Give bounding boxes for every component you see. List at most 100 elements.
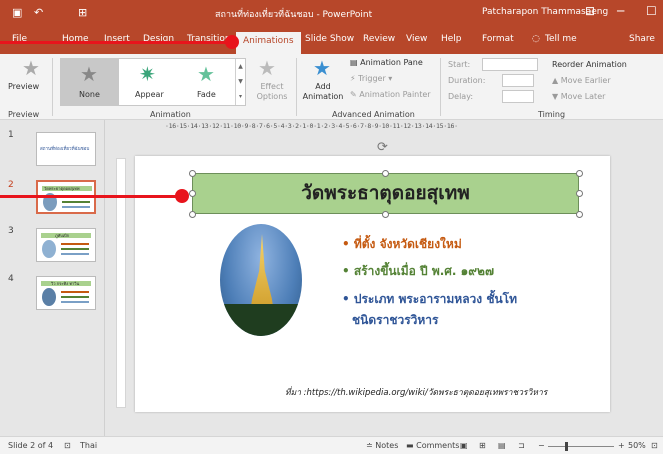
restore-icon[interactable]: ☐ [646, 4, 657, 18]
resize-handle[interactable] [189, 190, 196, 197]
animation-pane-button[interactable]: ▤ Animation Pane [350, 58, 423, 67]
bullet-type: • ประเภท พระอารามหลวง ชั้นโท [342, 292, 518, 306]
appear-star-icon: ✷ [139, 62, 156, 86]
delay-input[interactable] [502, 90, 534, 103]
share-button[interactable]: Share [629, 34, 655, 44]
zoom-in-icon[interactable]: + [618, 441, 625, 450]
effect-options-button[interactable]: Effect Options [255, 82, 289, 102]
start-select[interactable] [482, 58, 538, 71]
ribbon: ★ Preview Preview ★ None ✷ Appear ★ Fade… [0, 54, 663, 120]
slide-thumbnail-pane: 1 สถานที่ท่องเที่ยวที่ฉันชอบ 2 วัดพระธาต… [0, 120, 105, 436]
bullet-built: • สร้างขึ้นเมื่อ ปี พ.ศ. ๑๙๒๗ [342, 264, 494, 278]
gallery-label-appear: Appear [135, 90, 164, 99]
resize-handle[interactable] [576, 170, 583, 177]
slide-number: 3 [8, 226, 14, 236]
callout-dot-animations [225, 35, 239, 49]
none-star-icon: ★ [80, 62, 98, 86]
start-from-beginning-icon[interactable]: ⊞ [78, 6, 87, 19]
animation-painter-button[interactable]: ✎ Animation Painter [350, 90, 431, 99]
resize-handle[interactable] [382, 211, 389, 218]
lightbulb-icon: ◌ [532, 34, 540, 44]
slide-number: 1 [8, 130, 14, 140]
resize-handle[interactable] [189, 211, 196, 218]
thumbnail-text-line [62, 201, 90, 203]
tab-slide-show[interactable]: Slide Show [305, 34, 354, 44]
reorder-animation-label: Reorder Animation [552, 60, 627, 69]
slide-sorter-icon[interactable]: ⊞ [479, 441, 486, 450]
thumbnail-text-line [61, 253, 89, 255]
document-title: สถานที่ท่องเที่ยวที่ฉันชอบ - PowerPoint [215, 10, 373, 20]
thumbnail-photo [42, 288, 56, 306]
start-label: Start: [448, 60, 471, 69]
gallery-item-appear[interactable]: ✷ Appear [121, 59, 179, 105]
slide-thumbnail-1[interactable]: สถานที่ท่องเที่ยวที่ฉันชอบ [36, 132, 96, 166]
rotate-handle-icon[interactable]: ⟳ [377, 140, 388, 155]
gallery-item-fade[interactable]: ★ Fade [179, 59, 235, 105]
thumbnail-photo [42, 240, 56, 258]
preview-group-label: Preview [8, 110, 40, 119]
normal-view-icon[interactable]: ▣ [460, 441, 468, 450]
slide-canvas[interactable]: วัดพระธาตุดอยสุเทพ ⟳ • ที่ตั้ง จังหวัดเช… [135, 140, 610, 412]
language-indicator[interactable]: Thai [80, 441, 97, 450]
divider [52, 58, 53, 116]
thumbnail-text-line [61, 248, 89, 250]
notes-button[interactable]: ≐ Notes [366, 441, 398, 450]
comments-button[interactable]: ▬ Comments [406, 441, 459, 450]
animation-gallery: ★ None ✷ Appear ★ Fade ▲ ▼ ▾ [60, 58, 246, 106]
duration-input[interactable] [502, 74, 534, 87]
trigger-button[interactable]: ⚡ Trigger ▾ [350, 74, 392, 83]
move-later-label: Move Later [560, 92, 606, 101]
slide-thumbnail-3[interactable]: ภูทับเบิก [36, 228, 96, 262]
spellcheck-icon[interactable]: ⊡ [64, 441, 71, 450]
gallery-item-none[interactable]: ★ None [61, 59, 119, 105]
add-animation-button[interactable]: Add Animation [301, 82, 345, 102]
preview-button[interactable]: Preview [8, 82, 39, 91]
gallery-label-fade: Fade [197, 90, 216, 99]
resize-handle[interactable] [189, 170, 196, 177]
move-earlier-button[interactable]: ▲ Move Earlier [552, 76, 611, 85]
move-later-button[interactable]: ▼ Move Later [552, 92, 605, 101]
title-bar: ▣ ↶ ⊞ สถานที่ท่องเที่ยวที่ฉันชอบ - Power… [0, 0, 663, 28]
thumbnail-title: วัดพระธาตุดอยสุเทพ [44, 186, 80, 191]
tab-view[interactable]: View [406, 34, 427, 44]
comments-label: Comments [416, 441, 460, 450]
thumbnail-title: วิว กระทิง ทาวิน [51, 281, 80, 286]
resize-handle[interactable] [576, 190, 583, 197]
preview-icon[interactable]: ★ [22, 58, 40, 78]
thumbnail-text-line [62, 206, 90, 208]
zoom-slider-thumb[interactable] [565, 442, 568, 451]
source-caption: ที่มา :https://th.wikipedia.org/wiki/วัด… [285, 388, 548, 398]
add-animation-icon: ★ [313, 56, 331, 80]
resize-handle[interactable] [382, 170, 389, 177]
undo-icon[interactable]: ↶ [34, 6, 43, 19]
notes-label: Notes [375, 441, 399, 450]
trees-image [220, 304, 302, 336]
zoom-out-icon[interactable]: − [538, 441, 545, 450]
minimize-icon[interactable]: ─ [617, 4, 624, 18]
animation-group-label: Animation [150, 110, 191, 119]
reading-view-icon[interactable]: ▤ [498, 441, 506, 450]
slide-title-box[interactable]: วัดพระธาตุดอยสุเทพ [192, 173, 579, 214]
tab-animations[interactable]: Animations [236, 32, 301, 54]
resize-handle[interactable] [576, 211, 583, 218]
thumbnail-text-line [61, 296, 89, 298]
save-icon[interactable]: ▣ [12, 6, 22, 19]
temple-photo[interactable] [220, 224, 302, 336]
gallery-scrollbar[interactable]: ▲ ▼ ▾ [235, 59, 245, 105]
tab-format[interactable]: Format [482, 34, 514, 44]
zoom-level[interactable]: 50% [628, 441, 646, 450]
slideshow-icon[interactable]: ⊐ [518, 441, 525, 450]
move-earlier-label: Move Earlier [560, 76, 611, 85]
tab-review[interactable]: Review [363, 34, 395, 44]
tell-me-search[interactable]: Tell me [545, 34, 577, 44]
delay-label: Delay: [448, 92, 474, 101]
slide-thumbnail-4[interactable]: วิว กระทิง ทาวิน [36, 276, 96, 310]
tab-help[interactable]: Help [441, 34, 462, 44]
gallery-label-none: None [79, 90, 100, 99]
timing-group-label: Timing [538, 110, 566, 119]
ribbon-display-icon[interactable]: ⊡ [585, 4, 595, 18]
callout-line-animations [0, 41, 232, 44]
fit-slide-icon[interactable]: ⊡ [651, 441, 658, 450]
zoom-slider[interactable] [548, 446, 614, 447]
animation-painter-label: Animation Painter [359, 90, 431, 99]
